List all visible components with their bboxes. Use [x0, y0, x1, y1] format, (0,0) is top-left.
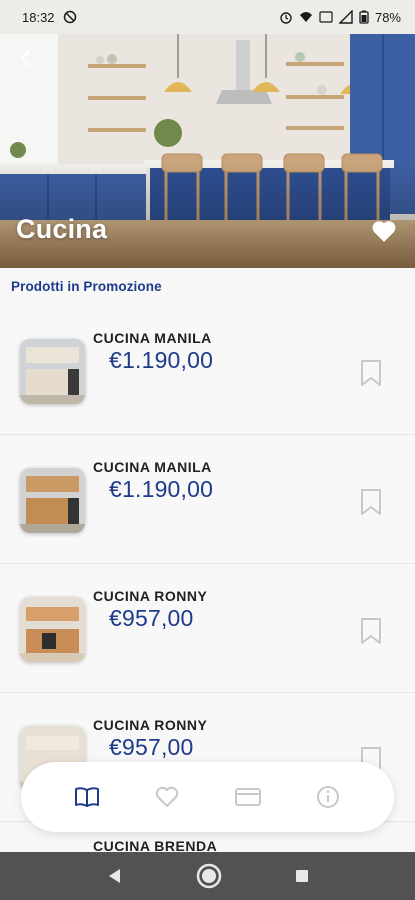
- product-name: CUCINA MANILA: [93, 459, 212, 475]
- wifi-icon: [299, 12, 312, 22]
- back-triangle-icon[interactable]: [106, 867, 124, 885]
- hero-banner: Cucina: [0, 0, 415, 268]
- bookmark-icon[interactable]: [360, 488, 382, 516]
- product-row[interactable]: CUCINA MANILA €1.190,00: [0, 435, 415, 564]
- status-time: 18:32: [22, 9, 55, 25]
- product-price: €957,00: [109, 734, 194, 760]
- product-thumbnail: [20, 597, 85, 662]
- back-button[interactable]: [12, 44, 40, 72]
- bookmark-icon[interactable]: [360, 617, 382, 645]
- section-title: Prodotti in Promozione: [11, 279, 162, 294]
- product-thumbnail: [20, 468, 85, 533]
- recents-square-icon[interactable]: [294, 868, 310, 884]
- heart-icon: [156, 786, 179, 807]
- product-name: CUCINA MANILA: [93, 330, 212, 346]
- nav-card-button[interactable]: [230, 779, 266, 815]
- chevron-left-icon: [20, 49, 31, 67]
- system-navigation-bar: [0, 852, 415, 900]
- product-thumbnail: [20, 339, 85, 404]
- product-price: €1.190,00: [109, 347, 214, 373]
- product-name: CUCINA RONNY: [93, 717, 208, 733]
- nav-favorites-button[interactable]: [149, 779, 185, 815]
- card-icon: [234, 788, 261, 806]
- product-price: €1.190,00: [109, 476, 214, 502]
- alarm-icon: [280, 12, 292, 24]
- status-bar: 18:32 78%: [0, 0, 415, 34]
- info-icon: [316, 786, 339, 808]
- nav-catalog-button[interactable]: [69, 779, 105, 815]
- dnd-icon: [63, 10, 76, 24]
- nav-info-button[interactable]: [310, 779, 346, 815]
- battery-level: 78%: [374, 9, 401, 25]
- product-row[interactable]: CUCINA RONNY €957,00: [0, 564, 415, 693]
- product-list: CUCINA MANILA €1.190,00 CUCINA MANILA €1…: [0, 306, 415, 822]
- bottom-navigation: [21, 762, 394, 832]
- product-row[interactable]: CUCINA MANILA €1.190,00: [0, 306, 415, 435]
- home-circle-icon[interactable]: [195, 862, 223, 890]
- bookmark-icon[interactable]: [360, 359, 382, 387]
- product-name: CUCINA RONNY: [93, 588, 208, 604]
- product-price: €957,00: [109, 605, 194, 631]
- book-icon: [75, 787, 100, 807]
- category-title: Cucina: [16, 214, 108, 244]
- favorite-heart-icon[interactable]: [371, 219, 397, 243]
- data-icon: [319, 11, 333, 23]
- signal-icon: [338, 10, 353, 24]
- battery-icon: [359, 10, 369, 24]
